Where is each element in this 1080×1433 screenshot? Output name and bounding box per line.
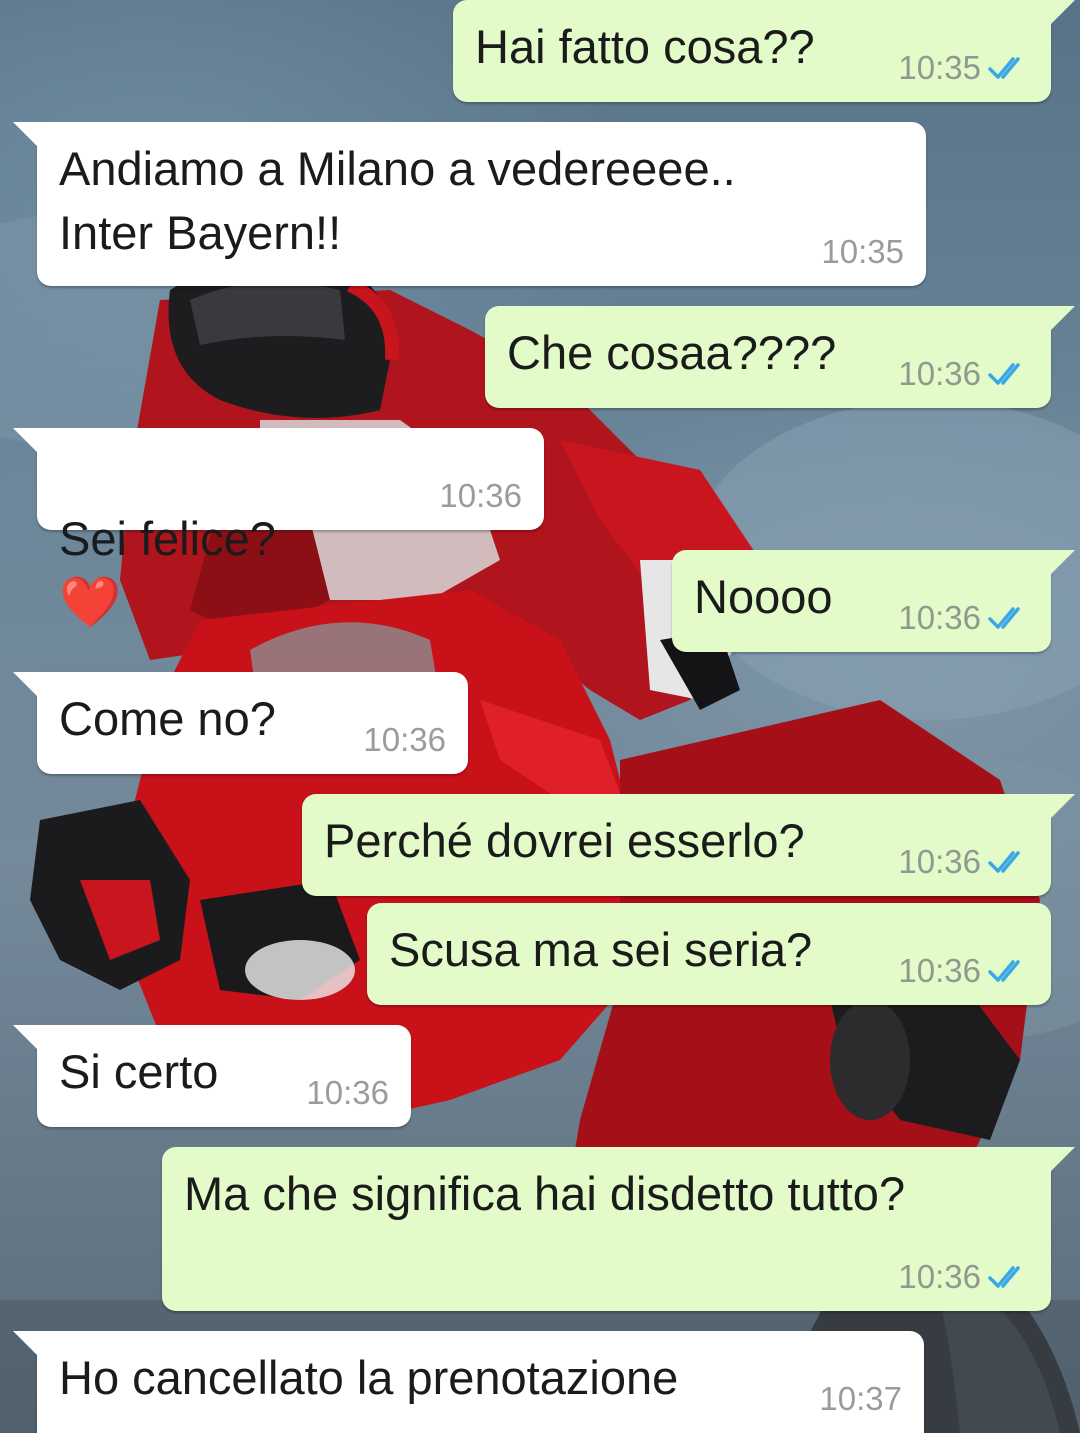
double-check-read-icon	[988, 57, 1020, 79]
message-meta: 10:36	[898, 1257, 1029, 1297]
message-time: 10:36	[898, 1258, 981, 1295]
message-bubble-incoming[interactable]: Si certo 10:36	[13, 1025, 411, 1127]
message-time: 10:36	[898, 843, 981, 880]
message-meta: 10:36	[439, 476, 522, 516]
message-text: Ma che significa hai disdetto tutto?	[184, 1167, 906, 1220]
message-bubble-outgoing[interactable]: Ma che significa hai disdetto tutto? 10:…	[162, 1147, 1075, 1311]
message-text: Perché dovrei esserlo?	[324, 814, 805, 867]
message-bubble-outgoing[interactable]: Hai fatto cosa?? 10:35	[453, 0, 1075, 102]
message-meta: 10:35	[898, 48, 1029, 88]
double-check-read-icon	[988, 607, 1020, 629]
message-time: 10:36	[363, 721, 446, 758]
message-bubble-outgoing[interactable]: Che cosaa???? 10:36	[485, 306, 1075, 408]
message-text: Sei felice? ❤️	[59, 443, 276, 635]
message-text: Che cosaa????	[507, 326, 837, 379]
message-meta: 10:36	[898, 354, 1029, 394]
message-meta: 10:37	[819, 1379, 902, 1419]
message-time: 10:36	[306, 1074, 389, 1111]
message-text-content: Sei felice?	[59, 512, 276, 565]
message-meta: 10:36	[306, 1073, 389, 1113]
red-heart-icon: ❤️	[59, 574, 122, 630]
message-text: Si certo	[59, 1045, 219, 1098]
message-bubble-outgoing[interactable]: Perché dovrei esserlo? 10:36	[302, 794, 1075, 896]
message-text: Scusa ma sei seria?	[389, 923, 813, 976]
message-time: 10:36	[439, 477, 522, 514]
message-time: 10:36	[898, 599, 981, 636]
message-time: 10:37	[819, 1380, 902, 1417]
double-check-read-icon	[988, 960, 1020, 982]
message-bubble-incoming[interactable]: Andiamo a Milano a vedereeee.. Inter Bay…	[13, 122, 926, 286]
double-check-read-icon	[988, 1266, 1020, 1288]
message-meta: 10:36	[898, 951, 1029, 991]
message-time: 10:35	[898, 49, 981, 86]
message-meta: 10:36	[363, 720, 446, 760]
message-bubble-outgoing[interactable]: Noooo 10:36	[672, 550, 1075, 652]
message-time: 10:35	[821, 233, 904, 270]
message-text: Ho cancellato la prenotazione	[59, 1351, 679, 1404]
double-check-read-icon	[988, 363, 1020, 385]
message-meta: 10:36	[898, 842, 1029, 882]
message-time: 10:36	[898, 952, 981, 989]
message-time: 10:36	[898, 355, 981, 392]
message-bubble-incoming[interactable]: Sei felice? ❤️ 10:36	[13, 428, 544, 627]
message-text: Noooo	[694, 570, 833, 623]
message-bubble-outgoing[interactable]: Scusa ma sei seria? 10:36	[367, 903, 1051, 1005]
message-meta: 10:36	[898, 598, 1029, 638]
message-bubble-incoming[interactable]: Ho cancellato la prenotazione 10:37	[13, 1331, 924, 1433]
double-check-read-icon	[988, 851, 1020, 873]
chat-conversation[interactable]: Hai fatto cosa?? 10:35 Andiamo a Milano …	[0, 0, 1080, 1433]
message-text: Hai fatto cosa??	[475, 20, 815, 73]
message-bubble-incoming[interactable]: Come no? 10:36	[13, 672, 468, 774]
message-text: Come no?	[59, 692, 276, 745]
message-meta: 10:35	[821, 232, 904, 272]
message-text: Andiamo a Milano a vedereeee.. Inter Bay…	[59, 142, 736, 259]
